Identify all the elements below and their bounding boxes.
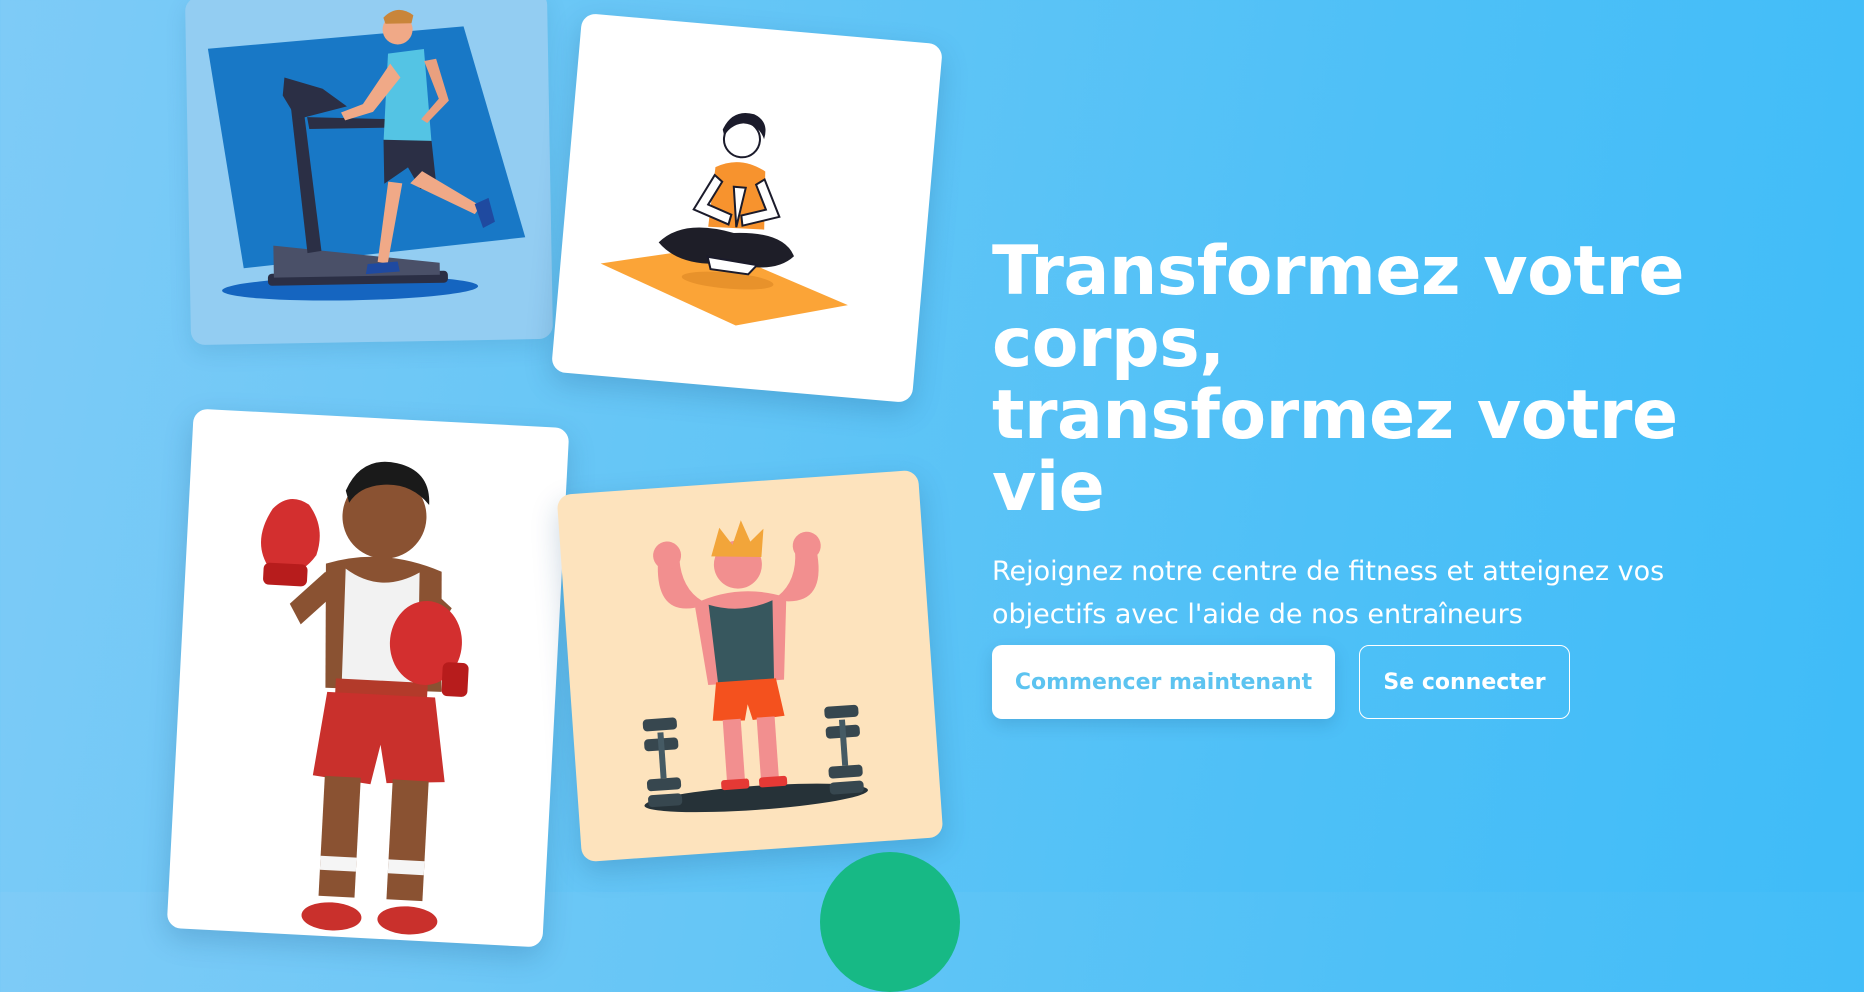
- hero-title: Transformez votre corps, transformez vot…: [992, 232, 1685, 527]
- yoga-meditation-illustration: [600, 113, 848, 326]
- decorative-circle: [820, 852, 960, 992]
- hero-section: Transformez votre corps, transformez vot…: [992, 236, 1692, 679]
- bodybuilder-card: [556, 469, 944, 863]
- login-button[interactable]: Se connecter: [1359, 645, 1570, 719]
- boxer-illustration: [261, 461, 469, 935]
- treadmill-card: [184, 0, 554, 346]
- treadmill-runner-illustration: [207, 9, 526, 301]
- yoga-card: [551, 12, 943, 404]
- bodybuilder-illustration: [642, 520, 868, 813]
- start-now-button[interactable]: Commencer maintenant: [992, 645, 1335, 719]
- boxer-card: [166, 408, 570, 948]
